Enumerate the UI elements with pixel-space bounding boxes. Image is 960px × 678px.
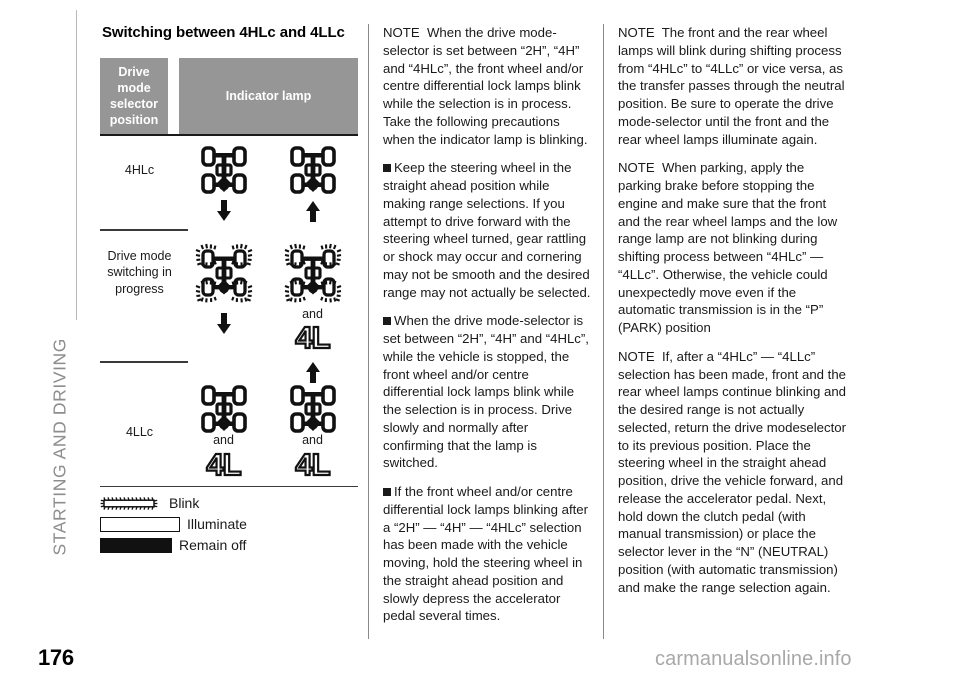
bullet-square-icon [383,164,391,173]
note-paragraph-1: NOTE When the drive mode-selector is set… [383,24,591,148]
cell-switching-right [268,243,357,303]
arrow-up-right [268,200,357,222]
legend-label-illuminate: Illuminate [187,516,247,533]
legend-label-remain-off: Remain off [179,537,247,554]
remain-off-swatch-icon [100,537,172,553]
row-label-4llc: 4LLc [125,425,154,439]
blink-swatch-svg [100,496,158,510]
and-label: and [302,432,323,447]
page-columns: Switching between 4HLc and 4LLc Drive mo… [100,24,940,639]
cell-4llc-left: and 4L [179,384,268,482]
note-body: When the drive mode-selector is set betw… [383,25,588,147]
and-label: and [302,306,323,321]
row-label-4hlc: 4HLc [124,162,155,177]
legend: Blink Illuminate Remain off [100,495,358,553]
low-range-lamp-badge: 4L [294,446,331,482]
note-paragraph-2: NOTE The front and the rear wheel lamps … [618,24,846,148]
arrow-down-icon [216,200,231,221]
four-wheel-drive-lamp-icon [200,146,247,194]
cell-switching-left [179,243,268,303]
legend-item-remain-off: Remain off [100,537,358,553]
bullet-square-icon [383,317,391,326]
row-rule [100,361,188,363]
and-label: and [213,432,234,447]
note-lead: NOTE [618,160,655,176]
bullet-paragraph-2: When the drive mode-selector is set betw… [383,312,591,472]
legend-label-blink: Blink [169,495,200,512]
arrow-down-icon [216,312,231,334]
chapter-tab-label: STARTING AND DRIVING [49,338,70,556]
note-lead: NOTE [383,25,420,40]
four-wheel-drive-lamp-icon [289,146,336,194]
arrow-up-icon [305,362,320,384]
four-wheel-drive-lamp-icon [289,384,336,433]
table-column: Switching between 4HLc and 4LLc Drive mo… [100,24,368,639]
right-text-column: NOTE The front and the rear wheel lamps … [604,24,850,639]
note-lead: NOTE [618,25,655,40]
note-body: When parking, apply the parking brake be… [618,160,838,335]
bullet-paragraph-1: Keep the steering wheel in the straight … [383,159,591,301]
page-number: 176 [38,645,74,670]
chapter-tab: STARTING AND DRIVING [0,0,86,640]
bullet-paragraph-3: If the front wheel and/or centre differe… [383,483,591,625]
low-range-lamp-badge: 4L [294,320,331,356]
arrow-row: and 4L [100,307,358,384]
legend-item-blink: Blink [100,495,358,511]
bullet-body: When the drive mode-selector is set betw… [383,313,589,471]
table-row: Drive mode switching in progress [100,243,358,303]
note-paragraph-4: NOTE If, after a “4HLc” — “4LLc” selecti… [618,348,846,597]
arrow-row [100,200,358,222]
cell-4hlc-right [268,146,357,194]
cell-4llc-right: and 4L [268,384,357,482]
arrow-up-icon [305,201,320,222]
cell-4hlc-left [179,146,268,194]
chapter-tab-rule [76,10,77,320]
row-label-switching: Drive mode switching in progress [107,249,172,296]
illuminate-swatch-icon [100,516,180,532]
row-separator-1 [100,229,358,231]
watermark: carmanualsonline.info [655,648,852,670]
bullet-body: Keep the steering wheel in the straight … [383,160,591,300]
middle-text-column: NOTE When the drive mode-selector is set… [369,24,603,639]
four-wheel-drive-lamp-blinking-icon [284,243,341,303]
cell-switching-right-badge: and 4L [268,307,357,384]
page-title: Switching between 4HLc and 4LLc [102,24,345,41]
arrow-down-left-2 [179,307,268,335]
bullet-body: If the front wheel and/or centre differe… [383,484,588,624]
table-header-row: Drive mode selector position Indicator l… [100,58,358,134]
four-wheel-drive-lamp-icon [200,384,247,433]
table-header-rule [100,134,358,136]
blink-swatch-icon [100,496,162,510]
table-header-gap [168,58,179,134]
bullet-square-icon [383,488,391,496]
note-paragraph-3: NOTE When parking, apply the parking bra… [618,159,846,337]
legend-item-illuminate: Illuminate [100,516,358,532]
low-range-lamp-badge: 4L [205,446,242,482]
note-body: If, after a “4HLc” — “4LLc” selection ha… [618,348,847,595]
table-bottom-rule [100,485,358,488]
indicator-lamp-table: Drive mode selector position Indicator l… [100,58,358,553]
table-header-indicator-lamp: Indicator lamp [179,58,358,134]
note-lead: NOTE [618,348,655,364]
note-body: The front and the rear wheel lamps will … [618,25,845,147]
row-rule [100,229,188,231]
four-wheel-drive-lamp-blinking-icon [195,243,252,303]
arrow-down-left [179,200,268,222]
table-row: 4LLc and 4L and 4L [100,384,358,482]
table-header-selector-position: Drive mode selector position [100,58,168,134]
table-row: 4HLc [100,146,358,194]
